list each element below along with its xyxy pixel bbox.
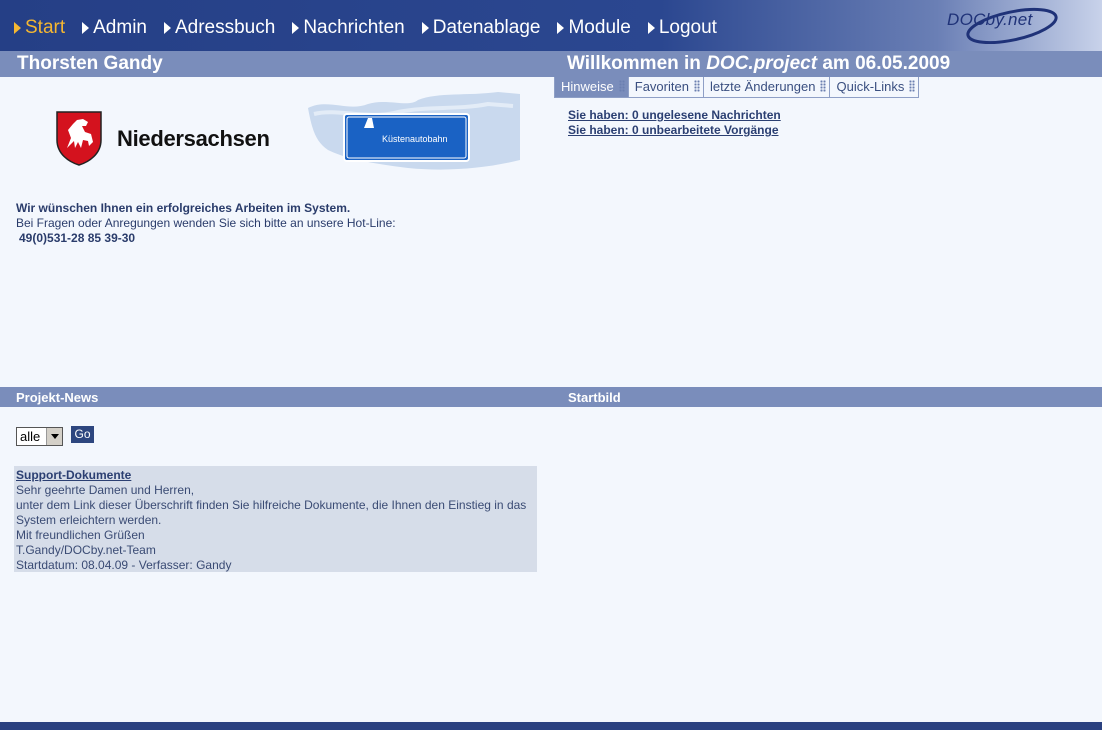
play-arrow-icon (421, 22, 429, 34)
intro-lead: Wir wünschen Ihnen ein erfolgreiches Arb… (16, 201, 351, 215)
news-item: Support-Dokumente Sehr geehrte Damen und… (14, 466, 537, 572)
hotline-number: 49(0)531-28 85 39-30 (19, 231, 136, 245)
nav-label: Logout (658, 17, 717, 38)
news-meta: Startdatum: 08.04.09 - Verfasser: Gandy (16, 558, 232, 572)
nav-logout[interactable]: Logout (647, 17, 717, 39)
play-arrow-icon (557, 22, 565, 34)
intro-text: Wir wünschen Ihnen ein erfolgreiches Arb… (16, 201, 396, 246)
welcome-prefix: Willkommen in (567, 53, 701, 74)
play-arrow-icon (292, 22, 300, 34)
welcome-date: am 06.05.2009 (822, 53, 951, 74)
play-arrow-icon (163, 22, 171, 34)
grip-icon (693, 80, 700, 92)
nav-admin[interactable]: Admin (82, 17, 147, 39)
news-line: T.Gandy/DOCby.net-Team (16, 543, 156, 557)
tab-favoriten[interactable]: Favoriten (627, 77, 704, 98)
tab-label: letzte Änderungen (709, 79, 816, 94)
info-tabs: Hinweise Favoriten letzte Änderungen Qui… (554, 77, 920, 98)
nav-start[interactable]: Start (14, 17, 65, 39)
tab-hinweise[interactable]: Hinweise (554, 77, 629, 98)
nav-label: Module (568, 17, 631, 38)
nav-datenablage[interactable]: Datenablage (421, 17, 541, 39)
header-bar: Thorsten Gandy Willkommen in DOC.project… (0, 51, 1102, 77)
welcome-title: Willkommen in DOC.project am 06.05.2009 (567, 53, 950, 75)
start-image-title: Startbild (568, 390, 621, 405)
state-name: Niedersachsen (117, 126, 270, 151)
unread-messages-link[interactable]: Sie haben: 0 ungelesene Nachrichten (568, 108, 781, 123)
brand-name: DOCby.net (947, 10, 1033, 29)
news-filter-select[interactable]: alle (16, 427, 63, 446)
go-button[interactable]: Go (71, 426, 94, 443)
nav-label: Nachrichten (303, 17, 405, 38)
play-arrow-icon (647, 22, 655, 34)
nav-nachrichten[interactable]: Nachrichten (292, 17, 405, 39)
footer-bar (0, 722, 1102, 730)
grip-icon (909, 80, 916, 92)
svg-text:Küstenautobahn: Küstenautobahn (382, 134, 448, 144)
kuestenautobahn-logo: Küstenautobahn (308, 92, 520, 170)
news-line: Mit freundlichen Grüßen (16, 528, 145, 542)
top-navigation: Start Admin Adressbuch Nachrichten Daten… (0, 0, 1102, 51)
grip-icon (618, 80, 625, 92)
nav-label: Datenablage (432, 17, 541, 38)
chevron-down-icon[interactable] (46, 428, 62, 445)
section-bar: Projekt-News Startbild (0, 387, 1102, 407)
grip-icon (820, 80, 827, 92)
product-name: DOC.project (706, 53, 818, 74)
nav-adressbuch[interactable]: Adressbuch (163, 17, 276, 39)
select-value: alle (20, 429, 41, 444)
nav-label: Admin (93, 17, 147, 38)
tab-quick-links[interactable]: Quick-Links (829, 77, 920, 98)
user-name: Thorsten Gandy (17, 53, 163, 74)
nav-label: Start (25, 17, 66, 38)
play-arrow-icon (14, 22, 21, 34)
intro-line: Bei Fragen oder Anregungen wenden Sie si… (16, 216, 396, 230)
nav-module[interactable]: Module (557, 17, 631, 39)
tab-letzte-aenderungen[interactable]: letzte Änderungen (702, 77, 831, 98)
news-line: unter dem Link dieser Überschrift finden… (16, 498, 527, 527)
niedersachsen-crest-logo (56, 111, 102, 166)
main-menu: Start Admin Adressbuch Nachrichten Daten… (14, 17, 734, 39)
project-news-title: Projekt-News (16, 390, 99, 405)
tab-label: Favoriten (634, 79, 689, 94)
news-title-link[interactable]: Support-Dokumente (16, 468, 535, 483)
notice-links: Sie haben: 0 ungelesene Nachrichten Sie … (568, 108, 781, 138)
nav-label: Adressbuch (174, 17, 276, 38)
open-tasks-link[interactable]: Sie haben: 0 unbearbeitete Vorgänge (568, 123, 781, 138)
play-arrow-icon (82, 22, 90, 34)
tab-label: Hinweise (561, 79, 614, 94)
news-line: Sehr geehrte Damen und Herren, (16, 483, 195, 497)
news-filter: alle Go (16, 426, 94, 446)
tab-label: Quick-Links (836, 79, 905, 94)
